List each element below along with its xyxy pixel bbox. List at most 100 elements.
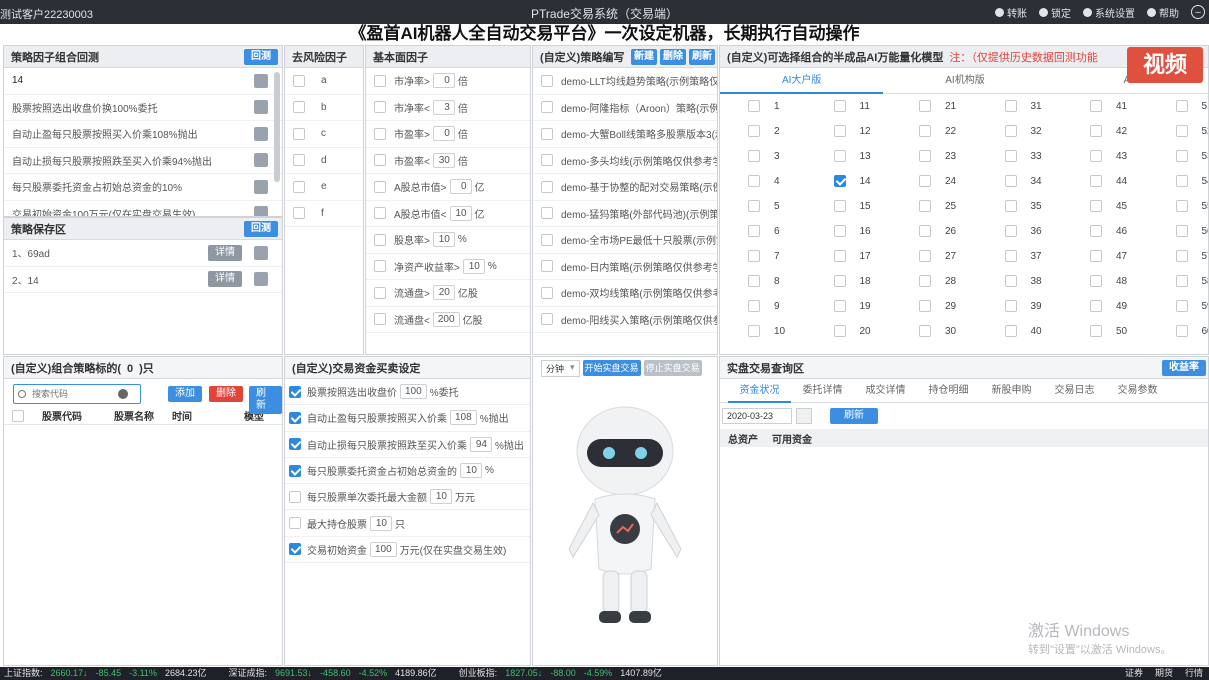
checkbox[interactable] xyxy=(833,175,846,187)
checkbox[interactable] xyxy=(1004,250,1017,262)
model-option-35[interactable]: 35 xyxy=(1004,200,1042,212)
value-input[interactable]: 30 xyxy=(432,152,455,168)
fundamental-factor-item[interactable]: 市净率< 3 倍 xyxy=(366,95,530,121)
tab-query-5[interactable]: 交易日志 xyxy=(1043,379,1106,403)
model-option-29[interactable]: 29 xyxy=(919,300,956,312)
checkbox[interactable] xyxy=(919,100,931,112)
strategy-item[interactable]: demo-大蟹Boll线策略多股票版本3(示 xyxy=(533,121,717,148)
scrollbar[interactable] xyxy=(274,72,280,182)
factor-item[interactable]: 股票按照选出收盘价换100%委托 xyxy=(4,95,282,121)
checkbox[interactable] xyxy=(1004,325,1017,337)
model-option-31[interactable]: 31 xyxy=(1004,100,1042,112)
strategy-item[interactable]: demo-LLT均线趋势策略(示例策略仅供 xyxy=(533,68,717,95)
checkbox[interactable] xyxy=(289,438,301,451)
value-input[interactable]: 10 xyxy=(432,232,455,248)
stop-trading-button[interactable]: 停止实盘交易 xyxy=(643,360,702,376)
checkbox[interactable] xyxy=(1175,275,1188,287)
menu-help[interactable]: 帮助 xyxy=(1147,5,1179,20)
checkbox[interactable] xyxy=(1004,275,1017,287)
checkbox[interactable] xyxy=(919,200,931,212)
fundamental-factor-item[interactable]: 市盈率> 0 倍 xyxy=(366,121,530,148)
model-option-28[interactable]: 28 xyxy=(919,275,956,287)
model-option-33[interactable]: 33 xyxy=(1004,150,1042,162)
model-option-59[interactable]: 59 xyxy=(1175,300,1208,312)
status-link[interactable]: 证券 xyxy=(1125,668,1143,678)
checkbox[interactable] xyxy=(293,127,305,140)
checkbox[interactable] xyxy=(1090,325,1102,337)
checkbox[interactable] xyxy=(833,275,846,287)
strategy-item[interactable]: demo-日内策略(示例策略仅供参考学 xyxy=(533,254,717,280)
checkbox[interactable] xyxy=(919,250,931,262)
checkbox[interactable] xyxy=(374,74,386,87)
checkbox[interactable] xyxy=(1004,125,1017,137)
model-option-36[interactable]: 36 xyxy=(1004,225,1042,237)
checkbox[interactable] xyxy=(1090,100,1102,112)
checkbox[interactable] xyxy=(1175,125,1188,137)
checkbox[interactable] xyxy=(748,125,760,137)
checkbox[interactable] xyxy=(833,250,846,262)
value-input[interactable]: 0 xyxy=(432,126,455,142)
model-option-11[interactable]: 11 xyxy=(833,100,870,112)
model-option-48[interactable]: 48 xyxy=(1090,275,1127,287)
checkbox[interactable] xyxy=(1175,325,1188,337)
checkbox[interactable] xyxy=(541,260,553,273)
refresh-button[interactable]: 刷新 xyxy=(249,386,282,414)
value-input[interactable]: 0 xyxy=(449,179,472,195)
search-input[interactable] xyxy=(32,389,112,399)
detail-button[interactable]: 详情 xyxy=(208,271,242,288)
strategy-item[interactable]: demo-多头均线(示例策略仅供参考学 xyxy=(533,148,717,174)
trade-setting-item[interactable]: 最大持仓股票 10 只 xyxy=(285,510,530,537)
checkbox[interactable] xyxy=(748,200,760,212)
checkbox[interactable] xyxy=(293,154,305,167)
checkbox[interactable] xyxy=(293,74,305,87)
checkbox[interactable] xyxy=(374,260,386,273)
checkbox[interactable] xyxy=(919,150,931,162)
value-input[interactable]: 108 xyxy=(450,410,477,426)
checkbox[interactable] xyxy=(919,300,931,312)
model-option-17[interactable]: 17 xyxy=(833,250,871,262)
model-option-1[interactable]: 1 xyxy=(748,100,780,112)
checkbox[interactable] xyxy=(541,313,553,326)
value-input[interactable]: 200 xyxy=(432,311,460,327)
trash-icon[interactable] xyxy=(254,179,268,194)
checkbox[interactable] xyxy=(1004,225,1017,237)
tab-query-2[interactable]: 成交详情 xyxy=(854,379,917,403)
checkbox[interactable] xyxy=(374,180,386,193)
model-option-3[interactable]: 3 xyxy=(748,150,780,162)
model-option-41[interactable]: 41 xyxy=(1090,100,1127,112)
model-option-56[interactable]: 56 xyxy=(1175,225,1208,237)
calendar-icon[interactable] xyxy=(796,408,812,424)
fundamental-factor-item[interactable]: 市盈率< 30 倍 xyxy=(366,148,530,174)
new-strategy-button[interactable]: 新建 xyxy=(631,49,657,65)
tab-query-6[interactable]: 交易参数 xyxy=(1106,379,1169,403)
model-option-45[interactable]: 45 xyxy=(1090,200,1127,212)
tab-query-1[interactable]: 委托详情 xyxy=(791,379,854,403)
checkbox[interactable] xyxy=(833,200,846,212)
minimize-button[interactable]: – xyxy=(1191,5,1205,19)
factor-item[interactable]: 交易初始资金100万元(仅在实盘交易生效) xyxy=(4,201,282,216)
factor-item[interactable]: 每只股票委托资金占初始总资金的10% xyxy=(4,174,282,201)
clear-icon[interactable] xyxy=(118,389,128,399)
checkbox[interactable] xyxy=(1090,250,1102,262)
checkbox[interactable] xyxy=(541,74,553,87)
checkbox[interactable] xyxy=(748,225,760,237)
trade-setting-item[interactable]: 每只股票单次委托最大金额 10 万元 xyxy=(285,484,530,511)
model-option-58[interactable]: 58 xyxy=(1175,275,1208,287)
trade-setting-item[interactable]: 每只股票委托资金占初始总资金的 10% xyxy=(285,458,530,485)
trash-icon[interactable] xyxy=(254,153,268,168)
trash-icon[interactable] xyxy=(254,73,268,88)
checkbox[interactable] xyxy=(748,100,760,112)
strategy-item[interactable]: demo-基于协整的配对交易策略(示例 xyxy=(533,174,717,201)
model-option-32[interactable]: 32 xyxy=(1004,125,1042,137)
backtest-button[interactable]: 回测 xyxy=(244,221,278,237)
checkbox[interactable] xyxy=(748,300,760,312)
fundamental-factor-item[interactable]: 股息率> 10% xyxy=(366,227,530,254)
model-option-15[interactable]: 15 xyxy=(833,200,871,212)
checkbox[interactable] xyxy=(1175,250,1188,262)
model-option-43[interactable]: 43 xyxy=(1090,150,1127,162)
model-option-20[interactable]: 20 xyxy=(833,325,871,337)
saved-strategy-item[interactable]: 2、14 详情 xyxy=(4,267,282,293)
checkbox[interactable] xyxy=(1004,175,1017,187)
model-option-10[interactable]: 10 xyxy=(748,325,785,337)
checkbox[interactable] xyxy=(289,543,301,556)
